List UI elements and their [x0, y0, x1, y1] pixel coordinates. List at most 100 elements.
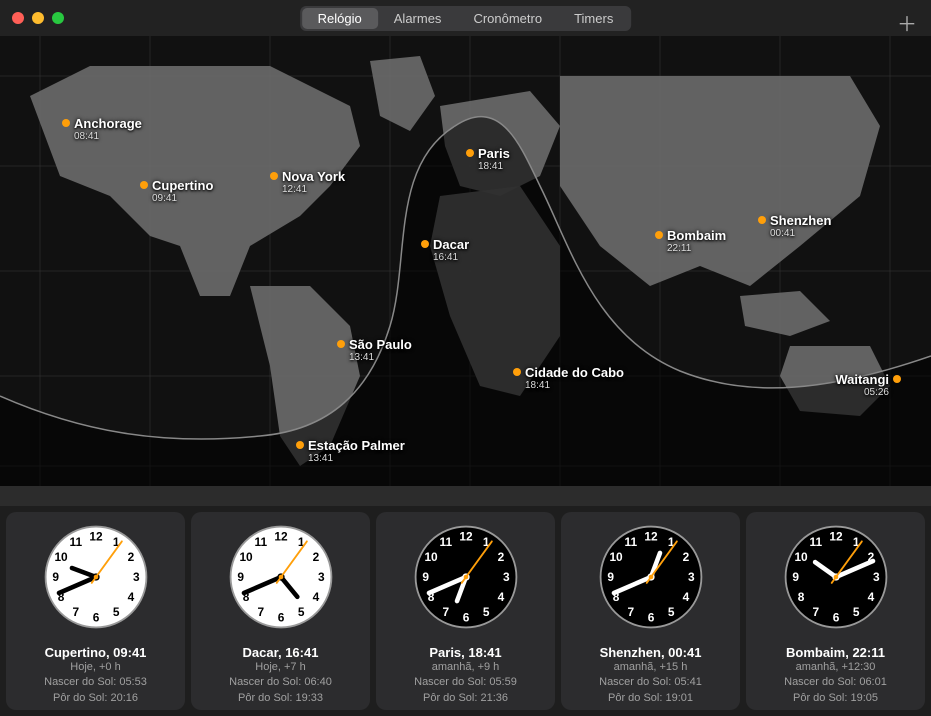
- tab-timers[interactable]: Timers: [558, 8, 629, 29]
- mode-tabs: Relógio Alarmes Cronômetro Timers: [300, 6, 632, 31]
- city-pin-cabo[interactable]: Cidade do Cabo 18:41: [513, 365, 624, 391]
- city-time: 13:41: [337, 352, 412, 363]
- svg-text:6: 6: [277, 610, 284, 624]
- city-dot-icon: [466, 149, 474, 157]
- city-time: 05:26: [835, 387, 901, 398]
- clock-card[interactable]: 123456789101112 Bombaim, 22:11 amanhã, +…: [746, 512, 925, 710]
- svg-text:2: 2: [312, 550, 319, 564]
- svg-text:9: 9: [422, 570, 429, 584]
- svg-text:8: 8: [797, 590, 804, 604]
- city-pin-novayork[interactable]: Nova York 12:41: [270, 169, 345, 195]
- svg-text:3: 3: [873, 570, 880, 584]
- city-time: 00:41: [758, 228, 831, 239]
- city-time: 09:41: [140, 193, 213, 204]
- add-button[interactable]: ＋: [897, 8, 917, 37]
- clock-city-time: Bombaim, 22:11: [786, 645, 885, 660]
- city-dot-icon: [758, 216, 766, 224]
- world-clock-map: Anchorage 08:41 Cupertino 09:41 Nova Yor…: [0, 36, 931, 506]
- svg-text:3: 3: [318, 570, 325, 584]
- svg-text:6: 6: [832, 610, 839, 624]
- svg-text:7: 7: [627, 605, 634, 619]
- svg-text:7: 7: [257, 605, 264, 619]
- clock-offset: amanhã, +15 h: [614, 660, 688, 675]
- city-pin-palmer[interactable]: Estação Palmer 13:41: [296, 438, 405, 464]
- analog-clock-face: 123456789101112: [781, 522, 891, 637]
- analog-clock-face: 123456789101112: [411, 522, 521, 637]
- clock-sunrise: Nascer do Sol: 06:40: [229, 675, 332, 690]
- tab-alarmes[interactable]: Alarmes: [378, 8, 458, 29]
- close-window-button[interactable]: [12, 12, 24, 24]
- clock-card[interactable]: 123456789101112 Cupertino, 09:41 Hoje, +…: [6, 512, 185, 710]
- tab-cronometro[interactable]: Cronômetro: [457, 8, 558, 29]
- clock-offset: amanhã, +9 h: [432, 660, 500, 675]
- city-name: Waitangi: [835, 372, 889, 387]
- city-time: 12:41: [270, 184, 345, 195]
- svg-text:11: 11: [439, 535, 452, 549]
- window-controls: [12, 12, 64, 24]
- clock-sunset: Pôr do Sol: 19:33: [238, 691, 323, 706]
- svg-text:9: 9: [792, 570, 799, 584]
- svg-text:7: 7: [442, 605, 449, 619]
- clock-city-time: Cupertino, 09:41: [45, 645, 147, 660]
- clock-sunrise: Nascer do Sol: 05:53: [44, 675, 147, 690]
- city-name: Cupertino: [152, 178, 213, 193]
- city-name: São Paulo: [349, 337, 412, 352]
- svg-text:2: 2: [127, 550, 134, 564]
- city-name: Estação Palmer: [308, 438, 405, 453]
- city-pin-shenzhen[interactable]: Shenzhen 00:41: [758, 213, 831, 239]
- svg-text:6: 6: [462, 610, 469, 624]
- svg-text:6: 6: [647, 610, 654, 624]
- svg-text:3: 3: [503, 570, 510, 584]
- svg-text:5: 5: [852, 605, 859, 619]
- minimize-window-button[interactable]: [32, 12, 44, 24]
- city-name: Shenzhen: [770, 213, 831, 228]
- svg-text:7: 7: [812, 605, 819, 619]
- city-pin-bombaim[interactable]: Bombaim 22:11: [655, 228, 726, 254]
- city-name: Nova York: [282, 169, 345, 184]
- city-pin-waitangi[interactable]: Waitangi 05:26: [835, 372, 901, 398]
- clock-sunset: Pôr do Sol: 20:16: [53, 691, 138, 706]
- city-time: 18:41: [513, 380, 624, 391]
- svg-text:5: 5: [482, 605, 489, 619]
- city-pin-paris[interactable]: Paris 18:41: [466, 146, 510, 172]
- city-pin-cupertino[interactable]: Cupertino 09:41: [140, 178, 213, 204]
- svg-text:6: 6: [92, 610, 99, 624]
- city-pin-dacar[interactable]: Dacar 16:41: [421, 237, 469, 263]
- svg-text:11: 11: [809, 535, 822, 549]
- city-dot-icon: [893, 375, 901, 383]
- city-name: Dacar: [433, 237, 469, 252]
- svg-text:10: 10: [794, 550, 808, 564]
- titlebar: Relógio Alarmes Cronômetro Timers ＋: [0, 0, 931, 36]
- zoom-window-button[interactable]: [52, 12, 64, 24]
- city-pin-anchorage[interactable]: Anchorage 08:41: [62, 116, 142, 142]
- city-pin-saopaulo[interactable]: São Paulo 13:41: [337, 337, 412, 363]
- svg-text:9: 9: [52, 570, 59, 584]
- clock-sunset: Pôr do Sol: 19:05: [793, 691, 878, 706]
- svg-text:2: 2: [682, 550, 689, 564]
- svg-text:4: 4: [127, 590, 134, 604]
- clock-sunrise: Nascer do Sol: 05:59: [414, 675, 517, 690]
- city-time: 08:41: [62, 131, 142, 142]
- svg-text:10: 10: [239, 550, 253, 564]
- svg-text:11: 11: [69, 535, 82, 549]
- svg-text:11: 11: [624, 535, 637, 549]
- svg-text:3: 3: [688, 570, 695, 584]
- svg-text:7: 7: [72, 605, 79, 619]
- svg-text:3: 3: [133, 570, 140, 584]
- svg-text:4: 4: [867, 590, 874, 604]
- analog-clock-face: 123456789101112: [41, 522, 151, 637]
- clock-card[interactable]: 123456789101112 Paris, 18:41 amanhã, +9 …: [376, 512, 555, 710]
- svg-text:12: 12: [829, 530, 843, 544]
- city-name: Anchorage: [74, 116, 142, 131]
- clock-sunrise: Nascer do Sol: 05:41: [599, 675, 702, 690]
- clock-sunset: Pôr do Sol: 19:01: [608, 691, 693, 706]
- svg-text:4: 4: [497, 590, 504, 604]
- clock-card[interactable]: 123456789101112 Shenzhen, 00:41 amanhã, …: [561, 512, 740, 710]
- city-name: Paris: [478, 146, 510, 161]
- clock-card[interactable]: 123456789101112 Dacar, 16:41 Hoje, +7 h …: [191, 512, 370, 710]
- svg-text:10: 10: [424, 550, 438, 564]
- city-dot-icon: [513, 368, 521, 376]
- tab-relogio[interactable]: Relógio: [302, 8, 378, 29]
- svg-text:12: 12: [89, 530, 103, 544]
- city-dot-icon: [62, 119, 70, 127]
